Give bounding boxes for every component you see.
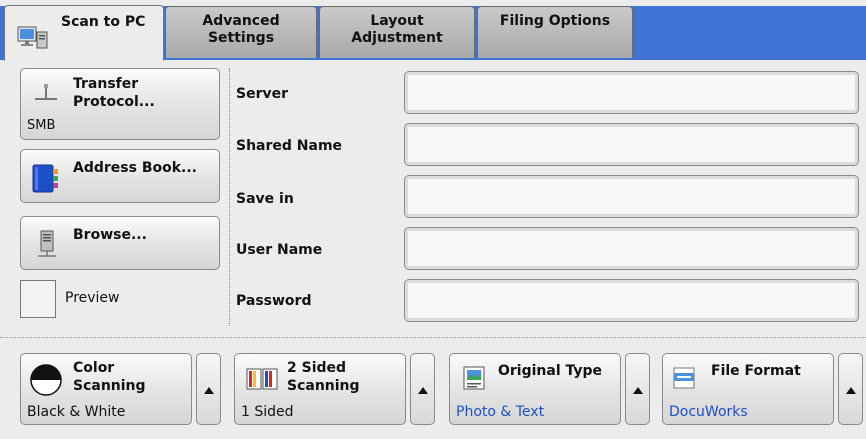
save-in-label: Save in: [236, 191, 294, 207]
tab-filing-options[interactable]: Filing Options: [477, 6, 633, 58]
preview-checkbox[interactable]: [20, 280, 56, 318]
server-label: Server: [236, 86, 289, 102]
bottom-divider: [0, 337, 866, 338]
tab-advanced-settings[interactable]: Advanced Settings: [165, 6, 317, 58]
two-sided-pages-icon: [246, 368, 278, 390]
file-format-title: File Format: [711, 363, 801, 379]
transfer-protocol-button[interactable]: Transfer Protocol... SMB: [20, 68, 220, 140]
two-sided-up-arrow-button[interactable]: [410, 353, 435, 425]
color-scanning-line2: Scanning: [73, 378, 146, 394]
original-type-title: Original Type: [498, 363, 603, 379]
tab-layout-line1: Layout: [370, 13, 424, 29]
color-scanning-up-arrow-button[interactable]: [196, 353, 221, 425]
tab-bar: Scan to PC Advanced Settings Layout Adju…: [0, 0, 866, 61]
two-sided-line1: 2 Sided: [287, 360, 347, 376]
tab-layout-adjustment[interactable]: Layout Adjustment: [319, 6, 475, 58]
original-type-value: Photo & Text: [456, 404, 545, 420]
color-scanning-button[interactable]: Color Scanning Black & White: [20, 353, 192, 425]
photo-document-icon: [463, 366, 485, 390]
address-book-button[interactable]: Address Book...: [20, 149, 220, 203]
server-icon: [38, 230, 56, 257]
scan-to-pc-screen: Scan to PC Advanced Settings Layout Adju…: [0, 0, 866, 439]
user-name-field[interactable]: [404, 227, 859, 270]
transfer-protocol-line2: Protocol...: [73, 94, 155, 110]
network-line-icon: [35, 84, 57, 100]
docuworks-file-icon: [673, 367, 695, 389]
user-name-label: User Name: [236, 242, 323, 258]
color-half-circle-icon: [30, 364, 62, 396]
file-format-button[interactable]: File Format DocuWorks: [662, 353, 834, 425]
password-label: Password: [236, 293, 312, 309]
address-book-label: Address Book...: [73, 160, 197, 176]
shared-name-label: Shared Name: [236, 138, 343, 154]
tab-advanced-line1: Advanced: [202, 13, 280, 29]
transfer-protocol-value: SMB: [27, 118, 56, 133]
file-format-up-arrow-button[interactable]: [838, 353, 863, 425]
original-type-up-arrow-button[interactable]: [625, 353, 650, 425]
preview-label: Preview: [65, 290, 120, 306]
tab-scan-to-pc-label: Scan to PC: [61, 14, 146, 30]
tab-layout-line2: Adjustment: [351, 30, 443, 46]
browse-button[interactable]: Browse...: [20, 216, 220, 270]
save-in-field[interactable]: [404, 175, 859, 218]
tab-advanced-line2: Settings: [207, 30, 275, 46]
address-book-icon: [32, 164, 58, 193]
color-scanning-line1: Color: [73, 360, 115, 376]
tab-scan-to-pc[interactable]: Scan to PC: [4, 5, 164, 61]
transfer-protocol-line1: Transfer: [73, 76, 139, 92]
file-format-value: DocuWorks: [669, 404, 748, 420]
tab-filing-label: Filing Options: [499, 13, 611, 29]
two-sided-value: 1 Sided: [241, 404, 294, 420]
server-field[interactable]: [404, 71, 859, 114]
two-sided-scanning-button[interactable]: 2 Sided Scanning 1 Sided: [234, 353, 406, 425]
color-scanning-value: Black & White: [27, 404, 126, 420]
computer-icon: [17, 26, 48, 49]
shared-name-field[interactable]: [404, 123, 859, 166]
vertical-divider: [229, 68, 230, 326]
two-sided-line2: Scanning: [287, 378, 360, 394]
password-field[interactable]: [404, 279, 859, 322]
original-type-button[interactable]: Original Type Photo & Text: [449, 353, 621, 425]
browse-label: Browse...: [73, 227, 147, 243]
